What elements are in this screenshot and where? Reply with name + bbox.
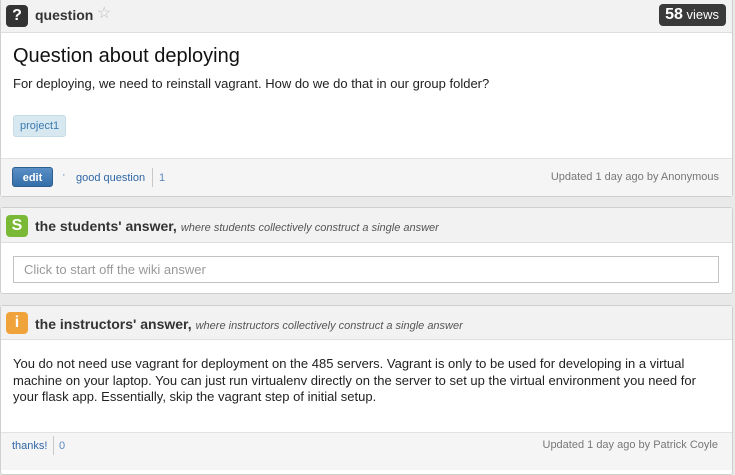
- instructors-answer-footer: [1, 432, 732, 470]
- views-badge: 58 views: [659, 4, 726, 26]
- students-answer-title: the students' answer,: [35, 218, 177, 234]
- tag-chip[interactable]: project1: [13, 115, 67, 137]
- post-type-label: question: [35, 7, 94, 23]
- instructors-answer-updated-text: Updated 1 day ago by Patrick Coyle: [542, 439, 719, 451]
- instructors-answer-body: You do not need use vagrant for deployme…: [13, 356, 696, 404]
- students-answer-title-row: the students' answer, where students coll…: [35, 218, 439, 234]
- edit-button[interactable]: edit: [12, 167, 53, 187]
- divider: [152, 168, 153, 187]
- question-updated-text: Updated 1 day ago by Anonymous: [550, 171, 719, 183]
- views-count: 58: [665, 6, 683, 23]
- students-answer-subtitle: where students collectively construct a …: [180, 222, 439, 234]
- students-answer-header: S the students' answer, where students co…: [1, 208, 732, 243]
- question-header: ? question ☆ 58 views: [1, 0, 732, 33]
- instructors-answer-header: i the instructors' answer, where instruct…: [1, 306, 732, 340]
- question-card: ? question ☆ 58 views Question about dep…: [0, 0, 733, 197]
- instructors-answer-title: the instructors' answer,: [35, 316, 192, 332]
- good-question-count: 1: [159, 172, 166, 184]
- good-question-link[interactable]: good question: [76, 172, 145, 184]
- students-s-icon: S: [6, 215, 28, 237]
- thanks-count: 0: [59, 440, 66, 452]
- instructors-answer-subtitle: where instructors collectively construct…: [195, 320, 463, 332]
- question-mark-icon: ?: [6, 5, 28, 27]
- instructors-answer-title-row: the instructors' answer, where instructor…: [35, 316, 463, 332]
- question-footer: edit · good question 1 Updated 1 day ago…: [1, 158, 732, 196]
- star-icon[interactable]: ☆: [97, 3, 111, 23]
- divider: [53, 436, 54, 455]
- thanks-link[interactable]: thanks!: [12, 440, 47, 452]
- students-answer-card: S the students' answer, where students co…: [0, 207, 733, 294]
- question-title: Question about deploying: [13, 45, 240, 67]
- views-label: views: [686, 7, 719, 22]
- question-body: For deploying, we need to reinstall vagr…: [13, 76, 490, 91]
- instructors-answer-card: i the instructors' answer, where instruct…: [0, 305, 733, 475]
- instructors-i-icon: i: [6, 312, 28, 334]
- separator-dot: ·: [62, 169, 66, 181]
- wiki-answer-input[interactable]: [13, 256, 719, 283]
